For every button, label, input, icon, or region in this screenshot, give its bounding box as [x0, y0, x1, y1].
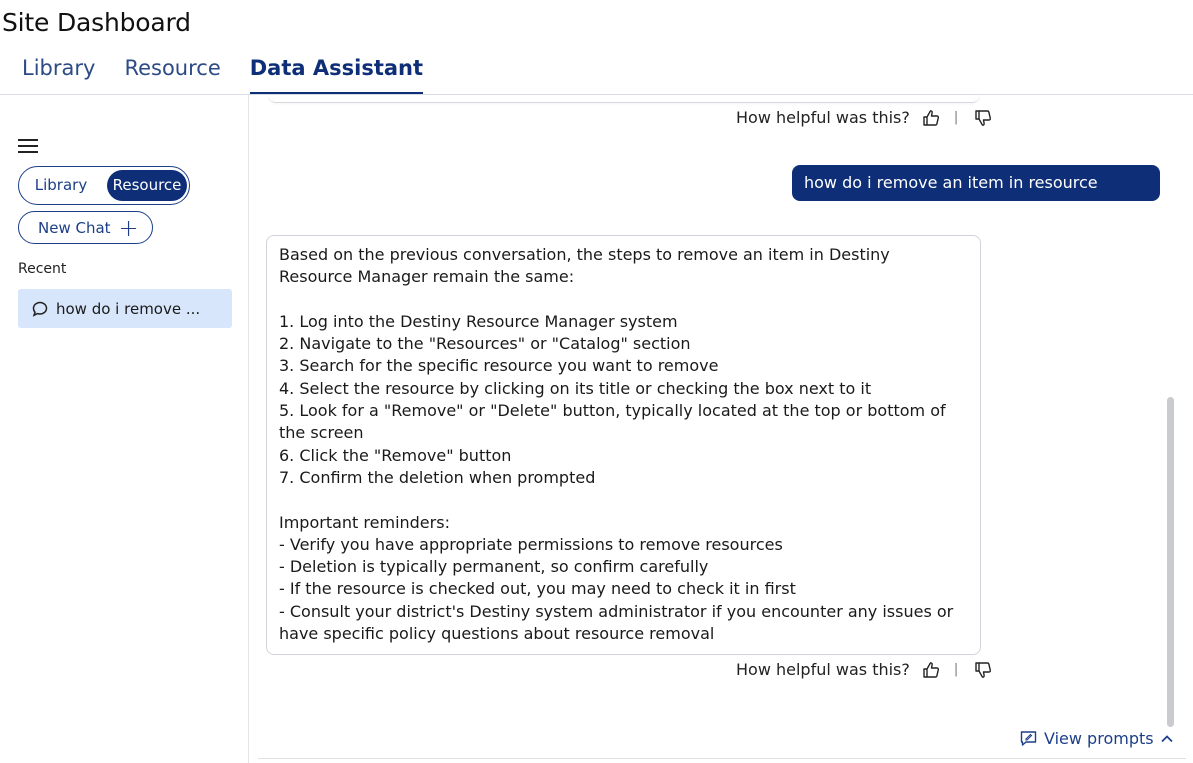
feedback-bar-top: How helpful was this? |	[736, 108, 992, 127]
chevron-up-icon	[1160, 734, 1173, 742]
recent-chat-item[interactable]: how do i remove ...	[18, 289, 232, 328]
thumbs-down-icon[interactable]	[974, 661, 992, 679]
chat-bubble-icon	[32, 301, 48, 317]
recent-chat-label: how do i remove ...	[56, 299, 201, 318]
thumbs-up-icon[interactable]	[922, 661, 940, 679]
plus-icon: +	[118, 213, 139, 242]
tab-data-assistant[interactable]: Data Assistant	[249, 55, 424, 94]
new-chat-label: New Chat	[38, 218, 111, 237]
feedback-prompt: How helpful was this?	[736, 660, 910, 679]
assistant-message-card: Based on the previous conversation, the …	[266, 235, 981, 655]
page-title: Site Dashboard	[2, 8, 191, 37]
chat-panel: How helpful was this? | how do i remove …	[250, 95, 1193, 763]
view-prompts-button[interactable]: View prompts	[1020, 729, 1182, 748]
sidebar: Library Resource New Chat + Recent how d…	[0, 95, 249, 763]
library-resource-toggle: Library Resource	[18, 166, 190, 205]
tab-resource[interactable]: Resource	[124, 55, 220, 94]
prompt-icon	[1020, 731, 1037, 746]
thumbs-down-icon[interactable]	[974, 109, 992, 127]
feedback-separator: |	[953, 662, 959, 677]
feedback-bar-bottom: How helpful was this? |	[736, 660, 992, 679]
tab-library[interactable]: Library	[22, 55, 95, 94]
feedback-prompt: How helpful was this?	[736, 108, 910, 127]
thumbs-up-icon[interactable]	[922, 109, 940, 127]
main-tabs: Library Resource Data Assistant	[22, 55, 424, 94]
menu-icon[interactable]	[18, 139, 39, 155]
user-message-bubble: how do i remove an item in resource mana…	[792, 165, 1160, 228]
composer-divider	[258, 758, 1186, 759]
toggle-resource-option[interactable]: Resource	[107, 170, 187, 201]
view-prompts-label: View prompts	[1044, 729, 1154, 748]
toggle-library-option[interactable]: Library	[23, 170, 99, 201]
previous-answer-card	[268, 95, 980, 103]
feedback-separator: |	[953, 110, 959, 125]
chat-scrollbar[interactable]	[1167, 397, 1174, 727]
recent-heading: Recent	[18, 261, 67, 277]
new-chat-button[interactable]: New Chat +	[18, 211, 153, 244]
